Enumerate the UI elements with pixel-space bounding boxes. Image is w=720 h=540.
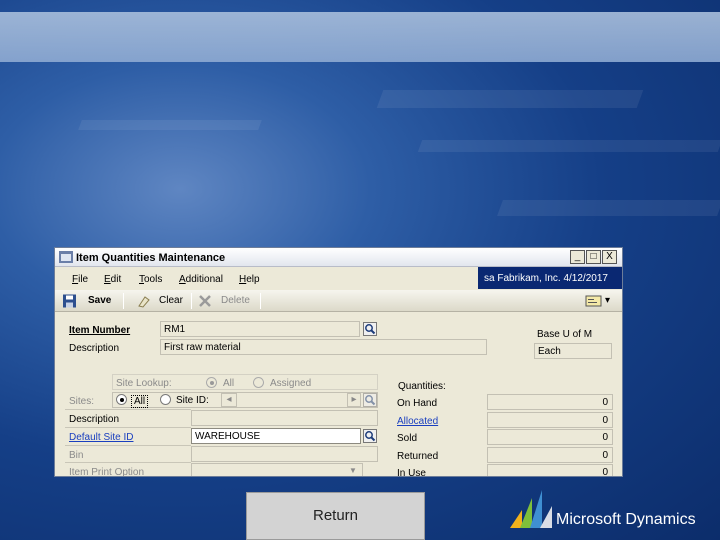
toolbar: Save Clear Delete ▾ [55,290,622,312]
sites-site-id-radio[interactable] [160,394,171,405]
default-site-id-value: WAREHOUSE [195,431,261,442]
description-value: First raw material [164,342,241,353]
brand-name: Microsoft Dynamics [556,511,696,528]
row-divider [65,409,191,410]
lookup-icon[interactable] [363,393,377,407]
company-date-banner: sa Fabrikam, Inc. 4/12/2017 [478,267,622,289]
qty-allocated-link[interactable]: Allocated [397,416,438,427]
site-description-field [191,410,378,426]
default-site-id-field[interactable]: WAREHOUSE [191,428,361,444]
clear-icon [138,296,150,308]
base-uom-value: Each [538,346,561,357]
background-streak [417,140,720,152]
bin-field [191,446,378,462]
menu-help[interactable]: Help [239,274,260,285]
site-lookup-assigned-radio[interactable] [253,377,264,388]
description-field[interactable]: First raw material [160,339,487,355]
row-divider [65,427,191,428]
menu-tools[interactable]: Tools [139,274,162,285]
qty-allocated-value: 0 [487,412,613,428]
sites-label: Sites: [69,396,95,407]
background-streak [376,90,644,108]
site-description-label: Description [69,414,120,425]
quantities-label: Quantities: [398,381,446,392]
note-icon[interactable] [585,294,603,308]
item-number-value: RM1 [164,324,186,335]
qty-in-use-value: 0 [487,464,613,476]
menu-edit[interactable]: Edit [104,274,121,285]
qty-on-hand-value: 0 [487,394,613,410]
sites-selector-box [112,392,378,408]
item-number-label[interactable]: Item Number [69,325,130,336]
site-id-next-button[interactable]: ▸ [347,393,361,407]
site-lookup-all-label: All [223,378,235,389]
site-id-prev-button[interactable]: ◂ [221,393,237,407]
lookup-icon[interactable] [363,429,377,443]
qty-sold-value: 0 [487,429,613,445]
maximize-button[interactable]: □ [586,250,601,264]
qty-returned-value: 0 [487,447,613,463]
menu-additional[interactable]: Additional [179,274,223,285]
default-site-id-link[interactable]: Default Site ID [69,432,133,443]
return-button[interactable]: Return [246,492,425,540]
window-icon [59,251,73,263]
qty-in-use-label: In Use [397,468,426,477]
row-divider [65,445,191,446]
lookup-icon[interactable] [363,322,377,336]
sites-all-radio[interactable] [116,394,127,405]
item-print-option-label: Item Print Option [69,467,145,477]
item-number-field[interactable]: RM1 [160,321,360,337]
sites-all-label[interactable]: All [131,395,149,408]
minimize-button[interactable]: _ [570,250,585,264]
qty-sold-label: Sold [397,433,418,444]
note-dropdown-caret[interactable]: ▾ [605,295,610,309]
bin-label: Bin [69,450,84,461]
menu-file[interactable]: File [72,274,88,285]
delete-button[interactable]: Delete [221,295,250,309]
item-quantities-window: Item Quantities Maintenance _ □ X File E… [54,247,623,477]
toolbar-divider [191,293,192,309]
base-uom-field[interactable]: Each [534,343,612,359]
clear-button[interactable]: Clear [159,295,183,309]
base-uom-label: Base U of M [537,329,593,340]
site-lookup-label: Site Lookup: [116,378,172,389]
toolbar-divider [260,293,261,309]
close-button[interactable]: X [602,250,617,264]
save-button[interactable]: Save [88,295,111,309]
header-band [0,12,720,62]
save-icon [63,294,76,308]
background-streak [78,120,262,130]
window-title: Item Quantities Maintenance [76,252,226,264]
chevron-down-icon[interactable]: ▼ [349,466,357,475]
title-bar[interactable]: Item Quantities Maintenance _ □ X [55,248,622,267]
description-label: Description [69,343,120,354]
qty-returned-label: Returned [397,451,439,462]
qty-on-hand-label: On Hand [397,398,438,409]
background-streak [497,200,720,216]
sites-site-id-label: Site ID: [176,395,209,406]
dynamics-logo [510,490,552,528]
toolbar-divider [123,293,124,309]
item-print-option-select[interactable] [191,463,363,476]
row-divider [65,462,191,463]
site-lookup-all-radio[interactable] [206,377,217,388]
site-lookup-assigned-label: Assigned [270,378,312,389]
delete-icon [199,295,211,307]
